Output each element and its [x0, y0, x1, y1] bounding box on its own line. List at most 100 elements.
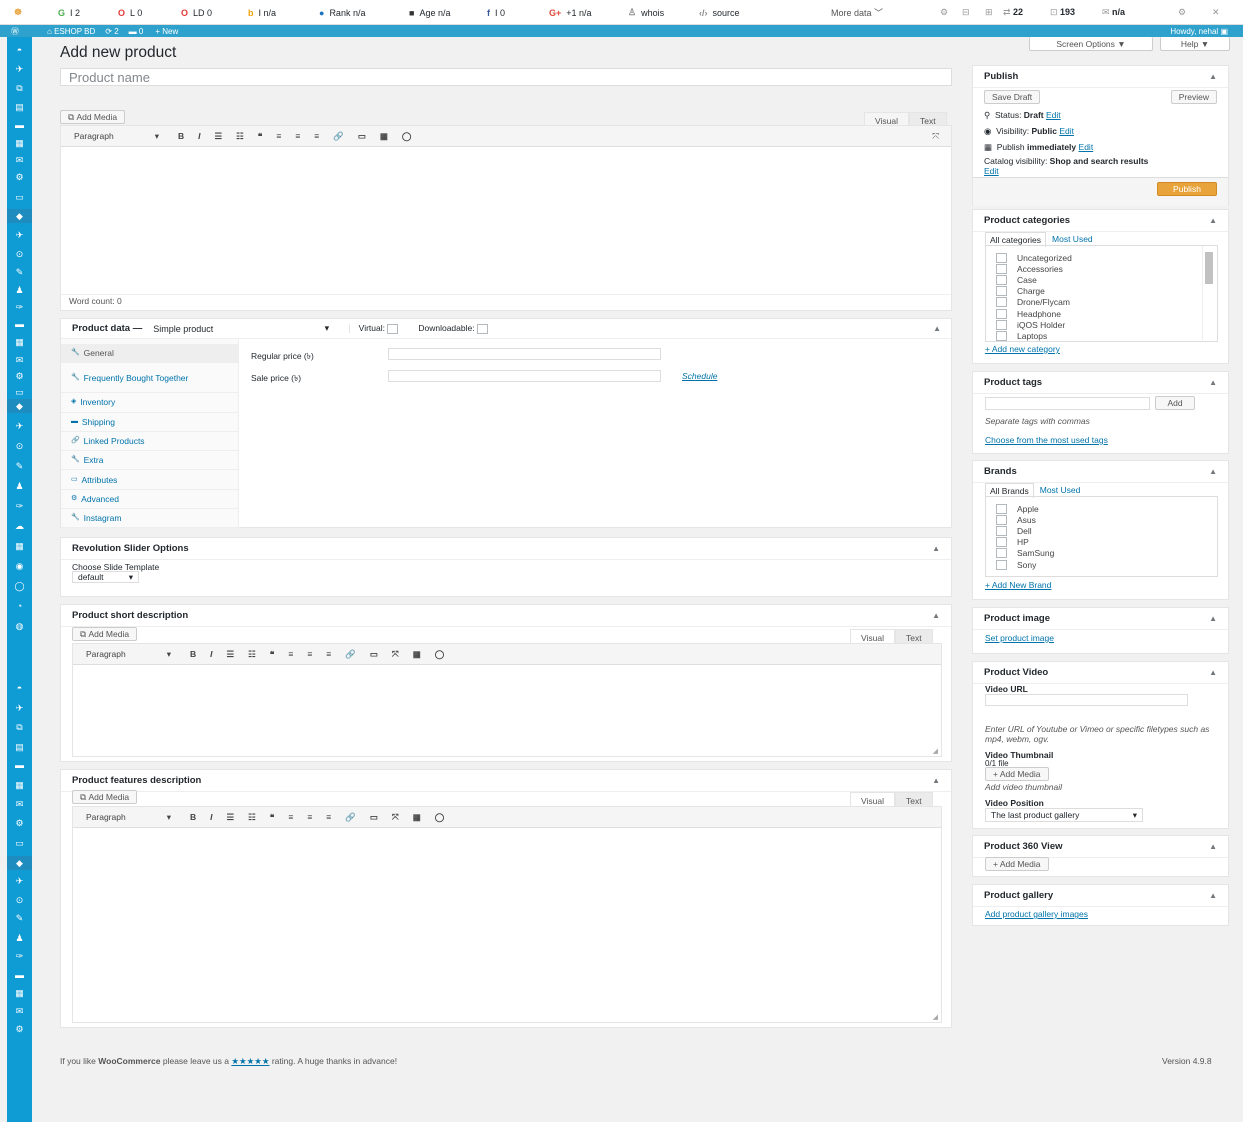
collapse-icon[interactable]: ▲: [932, 544, 940, 553]
menu-item-icon[interactable]: ◆: [7, 399, 32, 413]
product-data-tab-4[interactable]: 🔗 Linked Products: [61, 432, 239, 452]
checklist-item[interactable]: Sony: [996, 559, 1207, 570]
menu-item-icon[interactable]: ▦: [7, 136, 32, 150]
menu-item-icon[interactable]: ♟: [7, 283, 32, 297]
add-media-button[interactable]: ⧉ Add Media: [60, 110, 126, 124]
numbered-list-icon[interactable]: ☷: [236, 131, 244, 142]
virtual-checkbox[interactable]: Virtual:: [359, 323, 419, 334]
numbered-list-icon[interactable]: ☷: [248, 812, 256, 823]
checkbox[interactable]: [996, 286, 1007, 297]
collapse-icon[interactable]: ▲: [1209, 842, 1217, 851]
menu-item-icon[interactable]: ⊙: [7, 439, 32, 453]
link-icon[interactable]: 🔗: [333, 131, 344, 142]
menu-item-icon[interactable]: ✉: [7, 153, 32, 167]
new-content-link[interactable]: + New: [155, 27, 178, 36]
product-type-select[interactable]: Simple product ▾: [148, 321, 335, 336]
align-left-icon[interactable]: ≡: [288, 649, 293, 659]
collapse-icon[interactable]: ▲: [932, 776, 940, 785]
align-right-icon[interactable]: ≡: [326, 649, 331, 659]
readmore-icon[interactable]: ▭: [370, 649, 378, 660]
checkbox[interactable]: [996, 330, 1007, 341]
toolbar-toggle-icon[interactable]: ▦: [413, 649, 421, 660]
menu-item-icon[interactable]: ⊙: [7, 893, 32, 907]
product-data-tab-8[interactable]: 🔧 Instagram: [61, 509, 239, 529]
checklist-item[interactable]: Uncategorized: [996, 252, 1207, 263]
product-data-tab-0[interactable]: 🔧 General: [61, 344, 239, 364]
menu-item-icon[interactable]: ⚙: [7, 170, 32, 184]
checkbox[interactable]: [996, 263, 1007, 274]
align-right-icon[interactable]: ≡: [326, 812, 331, 822]
add-gallery-images-link[interactable]: Add product gallery images: [985, 909, 1088, 919]
checklist-item[interactable]: Accessories: [996, 263, 1207, 274]
product-data-tab-5[interactable]: 🔧 Extra: [61, 451, 239, 471]
checkbox[interactable]: [996, 537, 1007, 548]
checklist-item[interactable]: Dell: [996, 525, 1207, 536]
seo-metric-8[interactable]: ♙ whois: [628, 0, 664, 25]
collapse-icon[interactable]: ▲: [933, 324, 941, 333]
collapse-icon[interactable]: ▲: [1209, 614, 1217, 623]
pages-count[interactable]: ⊡ 193: [1050, 7, 1075, 18]
add-media-button[interactable]: ⧉ Add Media: [72, 627, 138, 641]
checklist-item[interactable]: HP: [996, 537, 1207, 548]
checklist-item[interactable]: Drone/Flycam: [996, 297, 1207, 308]
set-product-image-link[interactable]: Set product image: [985, 633, 1054, 643]
more-data-button[interactable]: More data ﹀: [831, 6, 883, 19]
menu-item-icon[interactable]: ⚙: [7, 369, 32, 383]
format-select[interactable]: Paragraph ▾: [81, 647, 176, 661]
edit-catalog-link[interactable]: Edit: [984, 166, 999, 176]
menu-item-icon[interactable]: ◉: [7, 559, 32, 573]
mail-count[interactable]: ✉ n/a: [1102, 7, 1125, 18]
link-icon[interactable]: 🔗: [345, 649, 356, 660]
close-icon[interactable]: ✕: [1212, 7, 1220, 18]
checklist-item[interactable]: Charge: [996, 286, 1207, 297]
seo-metric-5[interactable]: ■ Age n/a: [409, 0, 450, 25]
links-count[interactable]: ⇄ 22: [1003, 7, 1023, 18]
menu-item-icon[interactable]: ✑: [7, 949, 32, 963]
bold-icon[interactable]: B: [190, 649, 196, 659]
new-tag-input[interactable]: [985, 397, 1150, 410]
checklist-item[interactable]: Apple: [996, 503, 1207, 514]
menu-item-icon[interactable]: ✈: [7, 228, 32, 242]
help-button[interactable]: Help ▼: [1160, 37, 1230, 51]
menu-item-icon[interactable]: ✈: [7, 701, 32, 715]
align-center-icon[interactable]: ≡: [307, 649, 312, 659]
wordpress-logo-icon[interactable]: Ⓦ: [11, 26, 19, 37]
settings-icon[interactable]: ⚙: [940, 7, 948, 18]
align-center-icon[interactable]: ≡: [295, 131, 300, 141]
fullscreen-icon[interactable]: ⤧: [392, 812, 399, 823]
menu-item-icon[interactable]: ✑: [7, 499, 32, 513]
menu-item-icon[interactable]: ⊙: [7, 247, 32, 261]
category-scrollbar[interactable]: [1202, 246, 1215, 340]
menu-item-icon[interactable]: ⚙: [7, 1022, 32, 1036]
resize-handle-icon[interactable]: ◢: [933, 747, 938, 755]
collapse-icon[interactable]: ▲: [1209, 891, 1217, 900]
product-data-tab-3[interactable]: ▬ Shipping: [61, 413, 239, 432]
shortcode-icon[interactable]: ◯: [435, 812, 445, 823]
menu-item-icon[interactable]: ◯: [7, 579, 32, 593]
menu-item-icon[interactable]: ✑: [7, 300, 32, 314]
seo-metric-6[interactable]: f I 0: [487, 0, 505, 25]
menu-item-icon[interactable]: ▭: [7, 385, 32, 399]
align-left-icon[interactable]: ≡: [276, 131, 281, 141]
blockquote-icon[interactable]: ❝: [258, 131, 263, 142]
shortcode-icon[interactable]: ◯: [435, 649, 445, 660]
readmore-icon[interactable]: ▭: [370, 812, 378, 823]
menu-item-icon[interactable]: ◔: [7, 599, 32, 613]
product-data-tab-2[interactable]: ◈ Inventory: [61, 393, 239, 413]
menu-item-icon[interactable]: ◓: [7, 681, 32, 695]
seo-metric-7[interactable]: G+ +1 n/a: [549, 0, 592, 25]
screen-options-button[interactable]: Screen Options ▼: [1029, 37, 1153, 51]
slide-template-select[interactable]: default ▾: [72, 571, 139, 583]
italic-icon[interactable]: I: [210, 649, 212, 659]
menu-item-icon[interactable]: ✎: [7, 265, 32, 279]
checkbox[interactable]: [996, 559, 1007, 570]
seo-metric-2[interactable]: O LD 0: [181, 0, 212, 25]
downloadable-checkbox[interactable]: Downloadable:: [418, 323, 498, 334]
seo-metric-0[interactable]: G I 2: [58, 0, 80, 25]
checkbox[interactable]: [996, 308, 1007, 319]
add-new-category-link[interactable]: + Add new category: [985, 344, 1060, 354]
bold-icon[interactable]: B: [178, 131, 184, 141]
bullet-list-icon[interactable]: ☰: [227, 649, 235, 660]
menu-item-icon[interactable]: ✈: [7, 62, 32, 76]
align-right-icon[interactable]: ≡: [314, 131, 319, 141]
